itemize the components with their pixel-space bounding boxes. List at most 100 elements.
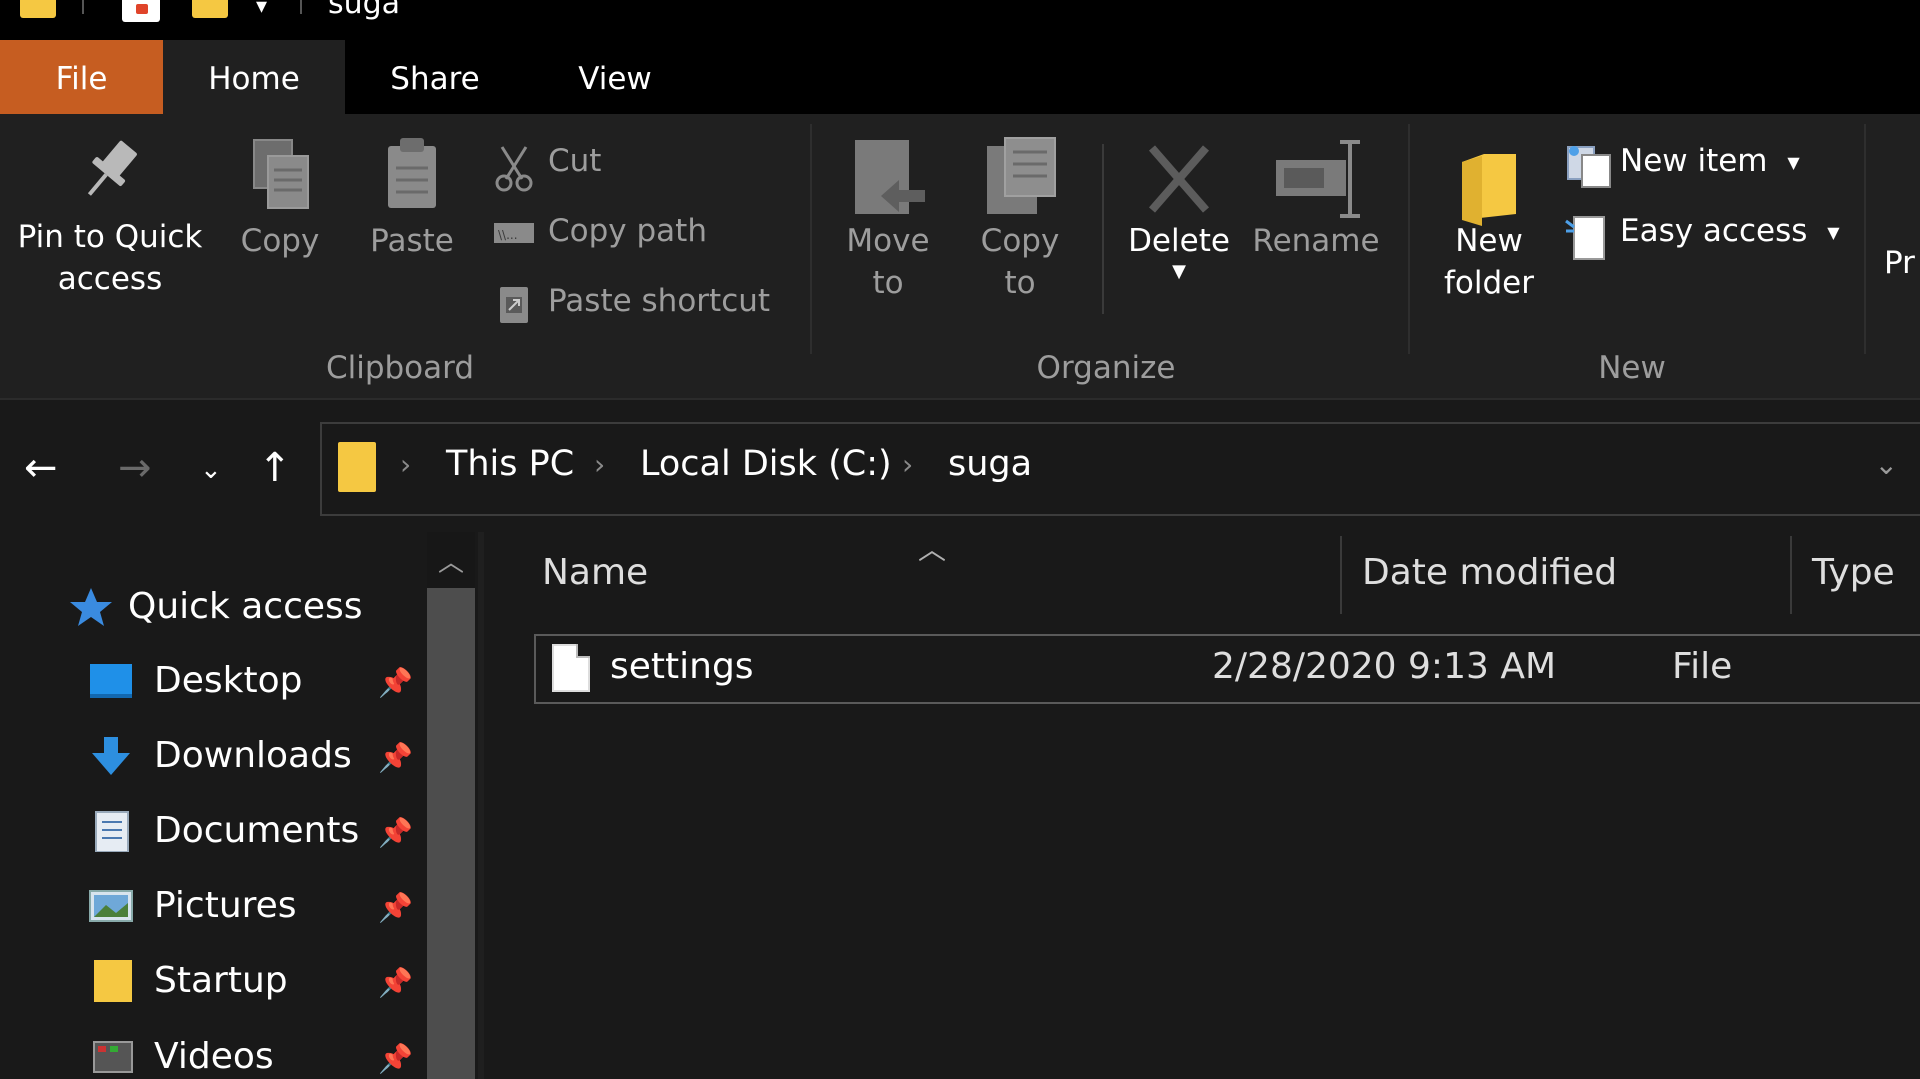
easy-access-button[interactable]: Easy access ▼ (1564, 206, 1840, 260)
downloads-icon (92, 737, 130, 775)
documents-icon (95, 811, 129, 852)
properties-button-partial[interactable]: Pr (1884, 242, 1920, 284)
nav-label: Quick access (128, 586, 363, 627)
file-name: settings (610, 646, 754, 687)
new-group-label: New (1598, 350, 1666, 386)
scroll-up-chevron-icon[interactable]: ︿ (427, 542, 475, 579)
move-to-label: Move to (846, 223, 930, 301)
up-arrow-icon[interactable]: ↑ (258, 446, 292, 490)
divider (1408, 124, 1410, 354)
pin-icon[interactable]: 📌 (378, 666, 413, 699)
properties-icon[interactable] (122, 0, 160, 22)
forward-arrow-icon[interactable]: → (118, 446, 152, 490)
recent-locations-chevron-icon[interactable]: ⌄ (200, 448, 222, 492)
delete-x-icon (1148, 145, 1210, 213)
tab-view[interactable]: View (530, 40, 700, 114)
paste-button[interactable]: Paste (360, 134, 464, 262)
delete-label: Delete (1128, 223, 1230, 259)
folder-icon (94, 960, 132, 1002)
navigation-pane-scrollbar[interactable]: ︿ (427, 532, 475, 1079)
delete-button[interactable]: Delete ▼ (1120, 134, 1238, 282)
breadcrumb-separator-icon[interactable]: › (902, 448, 913, 481)
new-folder-icon (1462, 154, 1516, 226)
pin-icon[interactable]: 📌 (378, 891, 413, 924)
nav-item-desktop[interactable]: Desktop 📌 (0, 646, 427, 716)
paste-shortcut-button[interactable]: Paste shortcut (492, 276, 770, 326)
cut-button[interactable]: Cut (492, 136, 601, 191)
easy-access-icon (1564, 213, 1608, 260)
address-history-chevron-icon[interactable]: ⌄ (1875, 448, 1898, 481)
address-bar[interactable]: › This PC › Local Disk (C:) › suga ⌄ (320, 422, 1920, 516)
pin-icon[interactable]: 📌 (378, 741, 413, 774)
breadcrumb-separator-icon[interactable]: › (594, 448, 605, 481)
breadcrumb-suga[interactable]: suga (948, 444, 1032, 484)
ribbon-tabs: File Home Share View (0, 40, 1920, 114)
divider (1102, 144, 1104, 314)
new-folder-icon[interactable] (192, 0, 228, 18)
copy-to-button[interactable]: Copy to (964, 134, 1076, 304)
file-type: File (1672, 646, 1733, 687)
tab-file[interactable]: File (0, 40, 163, 114)
nav-label: Videos (154, 1036, 274, 1077)
back-arrow-icon[interactable]: ← (24, 446, 58, 490)
scissors-icon (492, 143, 536, 191)
breadcrumb-local-disk[interactable]: Local Disk (C:) (640, 444, 892, 484)
nav-item-documents[interactable]: Documents 📌 (0, 796, 427, 866)
table-row[interactable]: settings 2/28/2020 9:13 AM File (534, 634, 1920, 704)
pin-icon[interactable]: 📌 (378, 816, 413, 849)
nav-item-pictures[interactable]: Pictures 📌 (0, 871, 427, 941)
column-header-name[interactable]: Name (542, 552, 648, 593)
copy-button[interactable]: Copy (228, 134, 332, 262)
organize-group-label: Organize (1036, 350, 1176, 386)
file-date-modified: 2/28/2020 9:13 AM (1212, 646, 1557, 687)
divider (300, 0, 306, 14)
quick-access-toolbar-dropdown-icon[interactable]: ▾ (256, 0, 267, 19)
star-icon (70, 588, 112, 626)
delete-dropdown-icon[interactable]: ▼ (1120, 262, 1238, 282)
clipboard-group-label: Clipboard (325, 350, 475, 386)
column-divider[interactable] (1340, 536, 1342, 614)
pin-icon[interactable]: 📌 (378, 966, 413, 999)
easy-access-label: Easy access (1620, 213, 1808, 249)
nav-label: Startup (154, 960, 288, 1001)
easy-access-dropdown-icon[interactable]: ▼ (1827, 223, 1839, 242)
rename-icon (1276, 140, 1360, 218)
copy-path-label: Copy path (548, 213, 707, 249)
new-folder-label: New folder (1444, 223, 1534, 301)
copy-path-icon: \\... (492, 213, 536, 253)
move-to-button[interactable]: Move to (832, 134, 944, 304)
pin-icon[interactable]: 📌 (378, 1042, 413, 1075)
scrollbar-thumb[interactable] (427, 588, 475, 1079)
new-item-button[interactable]: New item ▼ (1564, 136, 1800, 188)
copy-label: Copy (240, 223, 320, 259)
paste-shortcut-icon (492, 283, 536, 323)
paste-shortcut-label: Paste shortcut (548, 283, 771, 319)
new-item-dropdown-icon[interactable]: ▼ (1787, 153, 1799, 172)
folder-icon (338, 442, 376, 492)
nav-item-startup[interactable]: Startup 📌 (0, 946, 427, 1016)
nav-label: Desktop (154, 660, 303, 701)
tab-share[interactable]: Share (360, 40, 510, 114)
copy-to-label: Copy to (980, 223, 1060, 301)
new-folder-button[interactable]: New folder (1426, 134, 1552, 304)
copy-path-button[interactable]: \\... Copy path (492, 206, 707, 256)
breadcrumb-separator-icon[interactable]: › (400, 448, 411, 481)
nav-label: Downloads (154, 735, 352, 776)
file-icon (552, 644, 590, 692)
nav-item-quick-access[interactable]: Quick access (0, 572, 427, 642)
tab-home[interactable]: Home (163, 40, 345, 114)
pin-icon (87, 140, 137, 196)
window-title: suga (328, 0, 401, 21)
navigation-pane: Quick access Desktop 📌 Downloads 📌 Docum… (0, 532, 478, 1079)
column-header-date-modified[interactable]: Date modified (1362, 552, 1617, 593)
column-divider[interactable] (1790, 536, 1792, 614)
nav-item-downloads[interactable]: Downloads 📌 (0, 721, 427, 791)
nav-item-videos[interactable]: Videos 📌 (0, 1022, 427, 1079)
folder-icon (20, 0, 56, 18)
column-header-type[interactable]: Type (1812, 552, 1895, 593)
rename-button[interactable]: Rename (1250, 134, 1382, 262)
breadcrumb-this-pc[interactable]: This PC (446, 444, 574, 484)
pin-to-quick-access-button[interactable]: Pin to Quick access (8, 134, 212, 300)
new-item-icon (1564, 143, 1611, 188)
divider (82, 0, 90, 14)
